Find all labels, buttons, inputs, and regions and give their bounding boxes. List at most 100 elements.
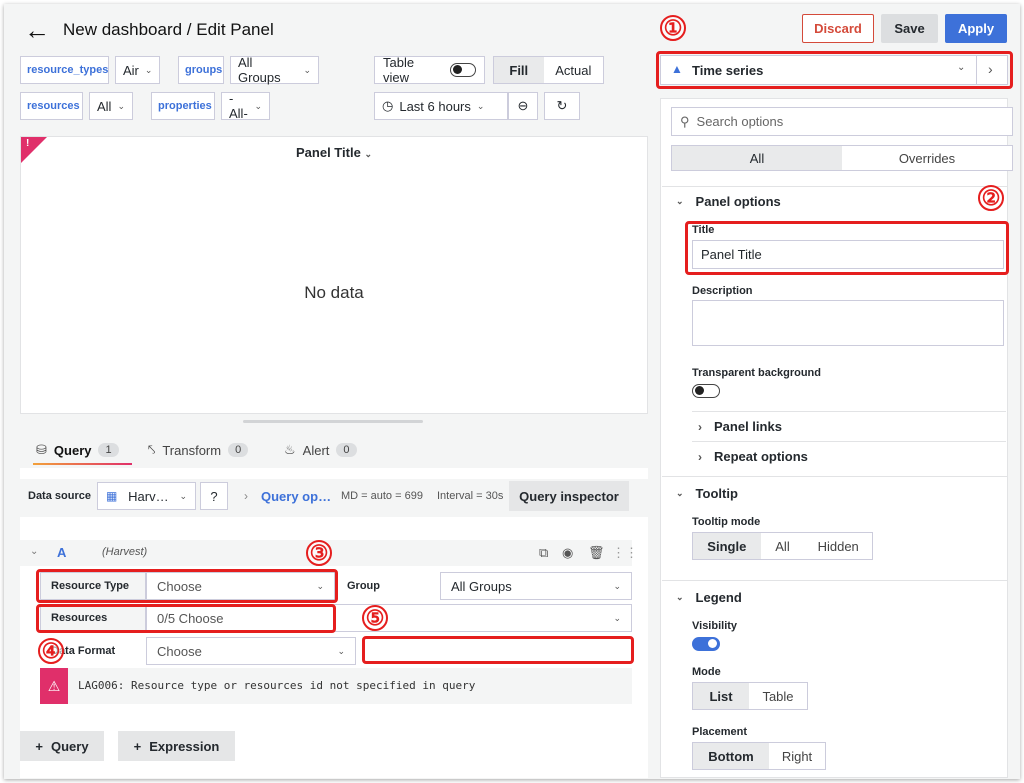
datasource-picker[interactable]: ▦ Harv… ⌄ [97,482,196,510]
panel-options-header[interactable]: ⌄ Panel options [676,194,781,209]
var-value: -All- [229,91,248,121]
toggle-switch-icon[interactable] [692,637,720,651]
legend-mode-radio: List Table [692,682,808,710]
eye-icon[interactable]: ◉ [562,545,573,561]
tab-label: Transform [162,442,222,458]
chevron-down-icon: ⌄ [676,196,684,206]
tab-overrides[interactable]: Overrides [842,146,1012,170]
datasource-label: Data source [28,490,91,502]
add-expression-button[interactable]: + Expression [118,731,235,761]
placement-right[interactable]: Right [769,743,825,769]
divider [692,411,1006,412]
section-title: Repeat options [714,449,808,464]
panel-links-header[interactable]: › Panel links [698,419,782,434]
chevron-right-icon: › [244,489,248,503]
transparent-bg-toggle[interactable] [692,384,720,401]
chevron-down-icon: ⌄ [613,580,621,591]
toggle-switch-icon[interactable] [692,384,720,398]
chevron-down-icon: ⌄ [337,645,345,656]
pane-splitter[interactable] [243,420,423,423]
var-label-properties: properties [151,92,215,120]
tooltip-mode-single[interactable]: Single [693,533,761,559]
annotation-box-2 [685,221,1009,275]
description-textarea[interactable] [692,300,1004,346]
tooltip-mode-all[interactable]: All [761,533,805,559]
divider [662,580,1008,581]
legend-mode-table[interactable]: Table [749,683,807,709]
collapse-chevron-icon[interactable]: ⌄ [30,546,38,557]
annotation-number-2: ② [978,185,1004,211]
placement-bottom[interactable]: Bottom [693,743,769,769]
plus-icon: + [35,738,43,754]
visibility-toggle[interactable] [692,637,720,654]
add-query-label: Query [51,738,89,754]
chevron-down-icon: ⌄ [117,100,125,111]
query-ref-id[interactable]: A [57,545,66,560]
help-icon[interactable]: ? [200,482,228,510]
tab-query[interactable]: ⛁ Query 1 [36,442,119,458]
back-arrow-icon[interactable]: ← [24,17,50,43]
chevron-down-icon: ⌄ [144,64,153,75]
refresh-icon[interactable]: ↻ [544,92,580,120]
interval-info: Interval = 30s [437,490,504,502]
data-format-select[interactable]: Choose ⌄ [146,637,356,665]
toggle-switch-icon[interactable] [449,63,476,77]
duplicate-icon[interactable]: ⧉ [539,545,548,561]
save-button[interactable]: Save [881,14,938,43]
annotation-number-3: ③ [306,540,332,566]
var-select-properties[interactable]: -All- ⌄ [221,91,270,121]
harvest-logo-icon: ▦ [106,489,118,503]
chevron-down-icon: ⌄ [676,592,684,602]
select-value: All Groups [451,578,512,594]
actual-option[interactable]: Actual [544,57,603,83]
annotation-box-5 [362,636,634,664]
tab-count: 1 [98,443,119,457]
chevron-down-icon: ⌄ [303,64,311,75]
tab-transform[interactable]: ⤣ Transform 0 [148,442,249,458]
tab-all[interactable]: All [672,146,842,170]
options-tabs: All Overrides [671,145,1013,171]
chevron-down-icon: ⌄ [179,490,187,501]
var-select-resources[interactable]: All ⌄ [89,92,133,120]
tab-alert[interactable]: ♨ Alert 0 [284,442,357,458]
legend-header[interactable]: ⌄ Legend [676,590,742,605]
table-view-toggle[interactable]: Table view [374,55,485,85]
page-title: New dashboard / Edit Panel [63,20,274,39]
query-options-link[interactable]: Query op… [261,489,331,504]
var-select-resource-types[interactable]: Air ⌄ [115,56,160,84]
time-range-picker[interactable]: ◷ Last 6 hours ⌄ [374,92,508,120]
clock-icon: ◷ [382,98,394,113]
zoom-out-icon[interactable]: ⊖ [508,92,538,120]
var-label-resources: resources [20,92,83,120]
panel-title-text: Panel Title [296,145,361,160]
var-select-groups[interactable]: All Groups ⌄ [230,55,319,85]
legend-mode-list[interactable]: List [693,683,749,709]
select-value: Choose [157,643,202,659]
section-title: Legend [695,590,742,605]
group-select[interactable]: All Groups ⌄ [440,572,632,600]
group-label: Group [336,572,440,600]
panel-title-header[interactable]: Panel Title ⌄ [21,145,647,160]
tooltip-mode-hidden[interactable]: Hidden [804,533,872,559]
fill-option[interactable]: Fill [494,57,544,83]
legend-placement-radio: Bottom Right [692,742,826,770]
transparent-bg-label: Transparent background [692,367,821,379]
error-message: LAG006: Resource type or resources id no… [78,679,476,692]
tab-count: 0 [336,443,357,457]
chevron-right-icon: › [698,449,702,464]
discard-button[interactable]: Discard [802,14,874,43]
trash-icon[interactable]: 🗑 [588,545,605,561]
var-value: All [97,98,112,114]
drag-handle-icon[interactable]: ⋮⋮ [612,545,638,561]
chevron-right-icon: › [698,419,702,434]
search-options-input[interactable]: ⚲ Search options [671,107,1013,136]
chevron-down-icon: ⌄ [676,488,684,498]
add-query-button[interactable]: + Query [20,731,104,761]
query-inspector-button[interactable]: Query inspector [509,481,629,511]
apply-button[interactable]: Apply [945,14,1007,43]
annotation-number-5: ⑤ [362,605,388,631]
tooltip-header[interactable]: ⌄ Tooltip [676,486,738,501]
repeat-options-header[interactable]: › Repeat options [698,449,808,464]
chevron-down-icon: ⌄ [364,149,372,159]
warning-triangle-icon: ⚠ [40,668,68,704]
